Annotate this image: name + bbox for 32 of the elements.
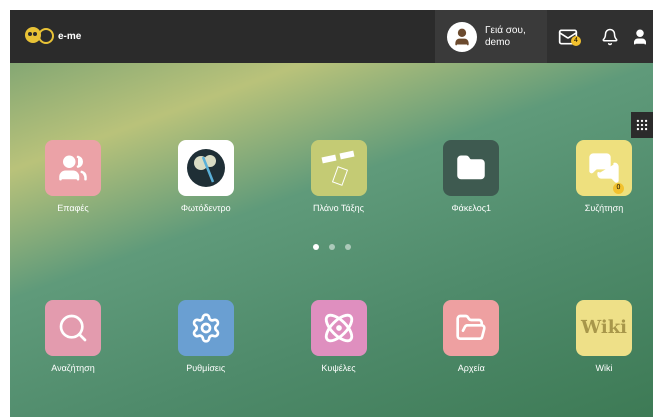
app-tile[interactable] — [178, 300, 234, 356]
e-me-logo[interactable]: e-me — [24, 24, 82, 48]
username-text: demo — [485, 36, 512, 48]
app-label: Κυψέλες — [321, 362, 356, 375]
logo-text: e-me — [58, 30, 82, 44]
speech-bubbles-icon — [588, 152, 620, 184]
app-tile[interactable] — [45, 300, 101, 356]
app-tile[interactable] — [443, 300, 500, 356]
app-tile[interactable] — [178, 140, 234, 196]
app-tile[interactable] — [443, 140, 500, 196]
app-label: Αναζήτηση — [51, 362, 95, 375]
bell-icon — [601, 28, 619, 46]
app-tile[interactable] — [45, 140, 101, 196]
app-label: Φωτόδεντρο — [180, 202, 231, 215]
apps-grid-button[interactable] — [631, 112, 653, 138]
users-chat-button[interactable] — [631, 10, 653, 63]
people-icon — [58, 153, 88, 183]
app-label: Φάκελος1 — [451, 202, 492, 215]
greeting-text: Γειά σου, — [485, 24, 526, 36]
app-tile[interactable] — [310, 140, 366, 196]
search-icon — [57, 312, 89, 344]
app-tile[interactable] — [310, 300, 366, 356]
wiki-logo-text: Wiki — [580, 316, 628, 340]
app-label: Συζήτηση — [584, 202, 624, 215]
app-label: Ρυθμίσεις — [186, 362, 226, 375]
user-menu[interactable]: Γειά σου, demo — [435, 10, 547, 63]
app-label: Αρχεία — [458, 362, 485, 375]
app-label: Επαφές — [57, 202, 89, 215]
app-label: Πλάνο Τάξης — [313, 202, 364, 215]
grid-icon — [635, 118, 649, 132]
app-label: Wiki — [596, 362, 612, 374]
mail-icon — [558, 26, 578, 46]
